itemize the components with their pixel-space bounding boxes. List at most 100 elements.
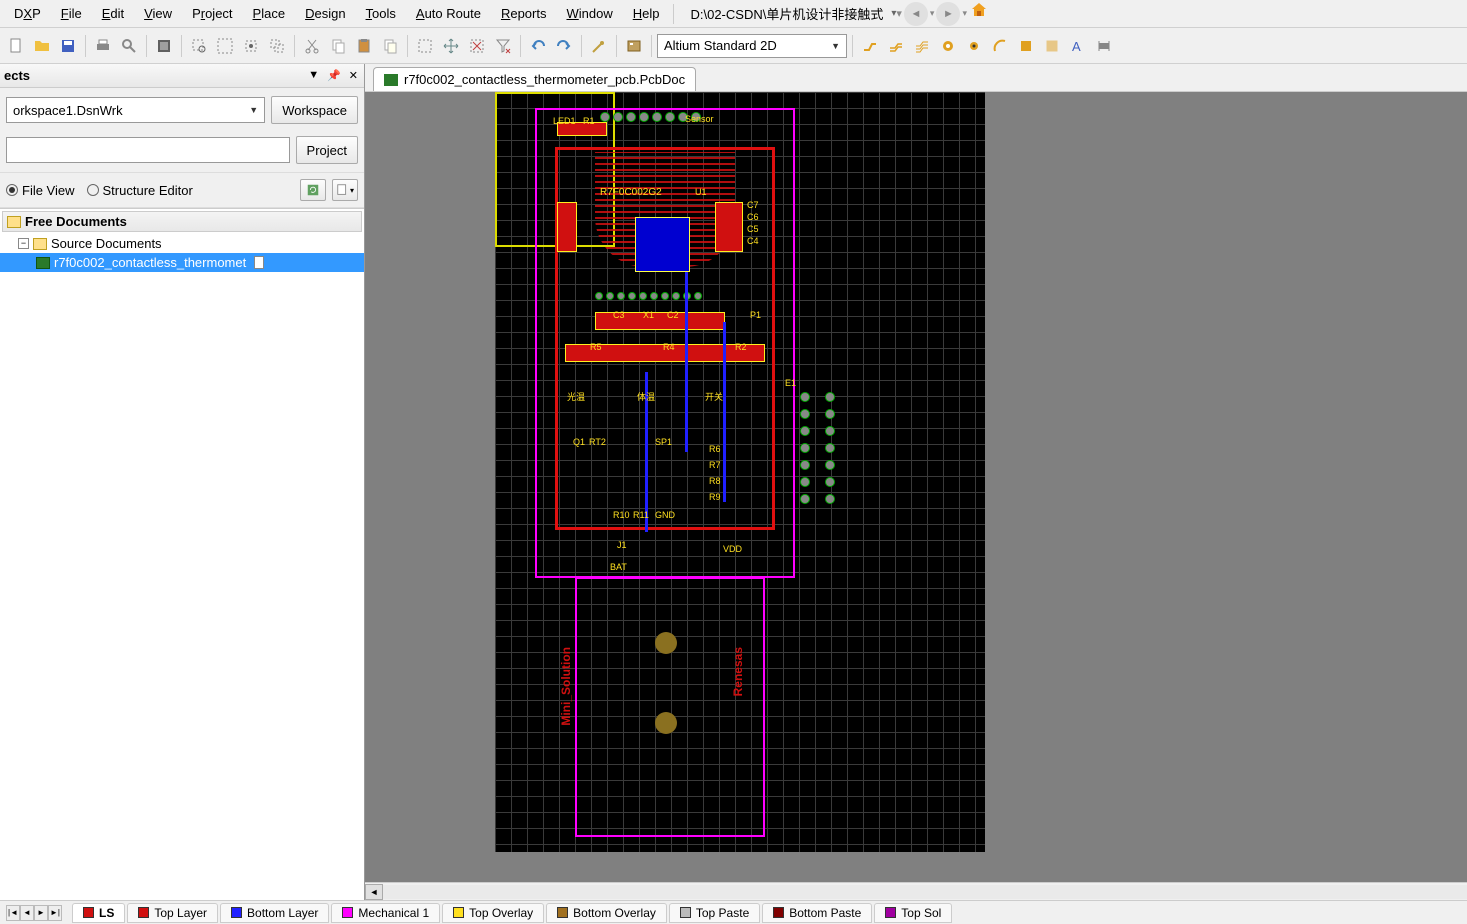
panel-close-icon[interactable]: ✕ <box>347 69 360 82</box>
menu-design[interactable]: Design <box>295 2 355 25</box>
layer-tab-bottom-paste[interactable]: Bottom Paste <box>762 903 872 923</box>
menu-place[interactable]: Place <box>243 2 296 25</box>
menu-file[interactable]: File <box>51 2 92 25</box>
component[interactable] <box>715 202 743 252</box>
panel-pin-icon[interactable]: 📌 <box>325 69 343 82</box>
zoom-fit-button[interactable] <box>213 34 237 58</box>
toolbar-separator <box>85 35 86 57</box>
project-button[interactable]: Project <box>296 136 358 164</box>
redo-button[interactable] <box>552 34 576 58</box>
view-options-button[interactable]: ▾ <box>332 179 358 201</box>
open-file-button[interactable] <box>30 34 54 58</box>
project-tree[interactable]: Free Documents − Source Documents r7f0c0… <box>0 208 364 900</box>
paste-button[interactable] <box>352 34 376 58</box>
nav-back-button[interactable]: ◄ <box>904 2 928 26</box>
silk-r10: R10 <box>613 510 630 520</box>
route-multi-button[interactable] <box>910 34 934 58</box>
route-diff-button[interactable] <box>884 34 908 58</box>
tree-pcb-document[interactable]: r7f0c002_contactless_thermomet <box>0 253 364 272</box>
structure-editor-radio[interactable]: Structure Editor <box>87 183 193 198</box>
scroll-left-button[interactable]: ◄ <box>365 884 383 900</box>
silk-r1: R1 <box>583 116 595 126</box>
nav-first-icon[interactable]: |◄ <box>6 905 20 921</box>
compile-button[interactable] <box>152 34 176 58</box>
nav-last-icon[interactable]: ►| <box>48 905 62 921</box>
nav-fwd-dd[interactable]: ▾ <box>962 8 967 19</box>
document-tab[interactable]: r7f0c002_contactless_thermometer_pcb.Pcb… <box>373 67 696 91</box>
layer-tab-ls[interactable]: LS <box>72 903 125 923</box>
print-preview-button[interactable] <box>117 34 141 58</box>
place-pad-button[interactable] <box>936 34 960 58</box>
menu-edit[interactable]: Edit <box>92 2 134 25</box>
select-rect-button[interactable] <box>413 34 437 58</box>
layer-tab-top-solder[interactable]: Top Sol <box>874 903 952 923</box>
view-mode-dropdown[interactable]: Altium Standard 2D ▼ <box>657 34 847 58</box>
zoom-filtered-button[interactable] <box>265 34 289 58</box>
workspace-combo[interactable]: orkspace1.DsnWrk ▼ <box>6 97 265 123</box>
place-via-button[interactable] <box>962 34 986 58</box>
menu-view[interactable]: View <box>134 2 182 25</box>
file-path-dropdown[interactable]: D:\02-CSDN\单片机设计非接触式 ▾ <box>686 2 896 25</box>
tree-source-documents[interactable]: − Source Documents <box>0 234 364 253</box>
menu-reports[interactable]: Reports <box>491 2 557 25</box>
chip-u1[interactable] <box>635 217 690 272</box>
tree-group-label: Source Documents <box>51 236 162 251</box>
tree-free-documents[interactable]: Free Documents <box>2 211 362 232</box>
place-string-button[interactable]: A <box>1066 34 1090 58</box>
cross-probe-button[interactable] <box>587 34 611 58</box>
document-tab-label: r7f0c002_contactless_thermometer_pcb.Pcb… <box>404 72 685 87</box>
svg-text:A: A <box>1072 39 1081 54</box>
tree-collapse-icon[interactable]: − <box>18 238 29 249</box>
refresh-view-button[interactable] <box>300 179 326 201</box>
zoom-area-button[interactable] <box>187 34 211 58</box>
toolbar-separator <box>146 35 147 57</box>
scroll-track[interactable] <box>383 885 1467 899</box>
horizontal-scrollbar[interactable]: ◄ <box>365 882 1467 900</box>
panel-dropdown-icon[interactable]: ▼ <box>306 69 321 82</box>
layer-tab-top-overlay[interactable]: Top Overlay <box>442 903 544 923</box>
layer-tab-bottom[interactable]: Bottom Layer <box>220 903 329 923</box>
layer-tab-bottom-overlay[interactable]: Bottom Overlay <box>546 903 667 923</box>
layer-tab-label: Bottom Paste <box>789 906 861 920</box>
move-button[interactable] <box>439 34 463 58</box>
place-region-button[interactable] <box>1040 34 1064 58</box>
nav-back-dd[interactable]: ▾ <box>930 8 935 19</box>
new-file-button[interactable] <box>4 34 28 58</box>
home-button[interactable] <box>971 2 995 26</box>
workspace-button[interactable]: Workspace <box>271 96 358 124</box>
zoom-selected-button[interactable] <box>239 34 263 58</box>
menu-dxp[interactable]: DXP <box>4 2 51 25</box>
menu-autoroute[interactable]: Auto Route <box>406 2 491 25</box>
layer-tab-label: Bottom Overlay <box>573 906 656 920</box>
file-view-radio[interactable]: File View <box>6 183 75 198</box>
save-button[interactable] <box>56 34 80 58</box>
menu-window[interactable]: Window <box>556 2 622 25</box>
copy-button[interactable] <box>326 34 350 58</box>
pcb-canvas[interactable]: R7F0C002G2 LED1 R1 Sensor U1 C7 <box>365 92 1467 882</box>
clear-filter-button[interactable] <box>491 34 515 58</box>
route-track-button[interactable] <box>858 34 882 58</box>
cut-button[interactable] <box>300 34 324 58</box>
silk-c6: C6 <box>747 212 759 222</box>
component[interactable] <box>557 202 577 252</box>
layer-tab-top-paste[interactable]: Top Paste <box>669 903 760 923</box>
layer-tab-mech1[interactable]: Mechanical 1 <box>331 903 440 923</box>
deselect-button[interactable] <box>465 34 489 58</box>
nav-forward-button[interactable]: ► <box>936 2 960 26</box>
menu-help[interactable]: Help <box>623 2 670 25</box>
silk-r7: R7 <box>709 460 721 470</box>
undo-button[interactable] <box>526 34 550 58</box>
place-arc-button[interactable] <box>988 34 1012 58</box>
project-input[interactable] <box>6 137 290 163</box>
nav-next-icon[interactable]: ► <box>34 905 48 921</box>
menu-tools[interactable]: Tools <box>356 2 406 25</box>
rubber-stamp-button[interactable] <box>378 34 402 58</box>
print-button[interactable] <box>91 34 115 58</box>
nav-prev-icon[interactable]: ◄ <box>20 905 34 921</box>
layer-tab-top[interactable]: Top Layer <box>127 903 218 923</box>
menu-project[interactable]: Project <box>182 2 242 25</box>
place-component-button[interactable] <box>1092 34 1116 58</box>
browse-components-button[interactable] <box>622 34 646 58</box>
radio-dot-icon <box>6 184 18 196</box>
place-fill-button[interactable] <box>1014 34 1038 58</box>
